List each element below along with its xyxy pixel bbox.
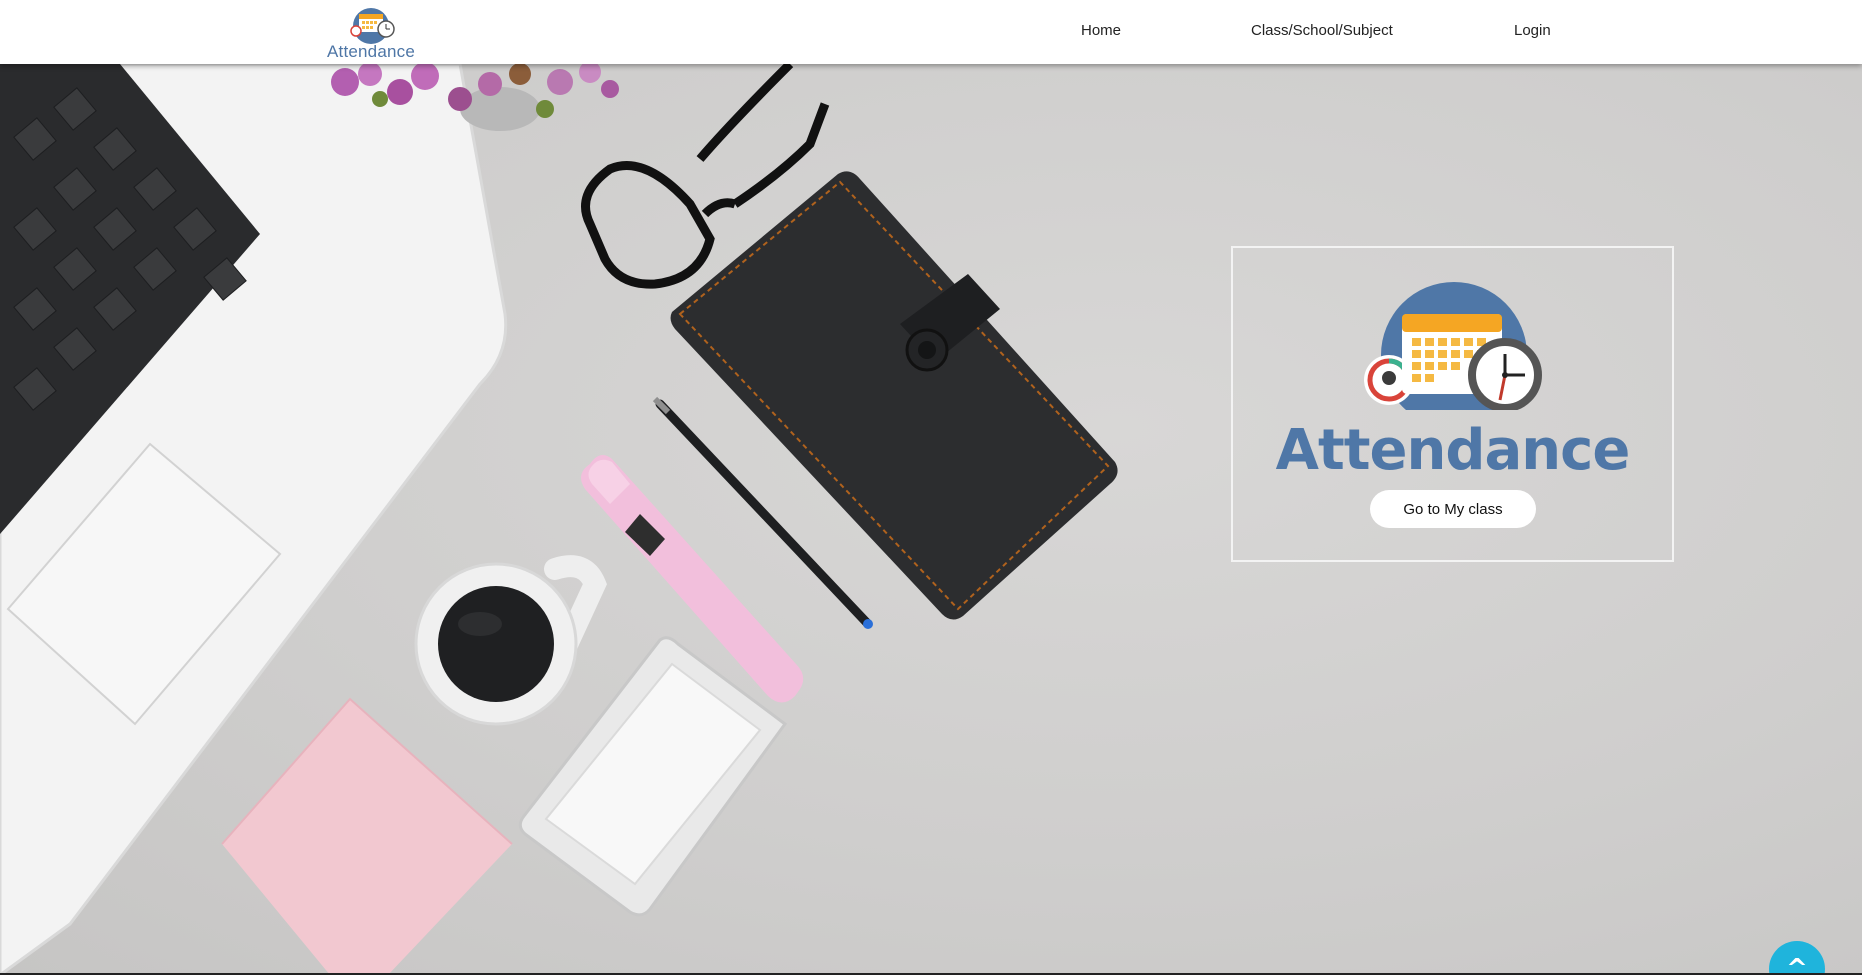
hero-section: Attendance Go to My class ^ bbox=[0, 64, 1862, 975]
sticky-notes-image bbox=[221, 697, 513, 975]
notebook-image bbox=[670, 171, 1118, 620]
attendance-logo-icon bbox=[350, 8, 395, 44]
top-navbar: Attendance Home Class/School/Subject Log… bbox=[0, 0, 1862, 64]
nav-class-school-subject-link[interactable]: Class/School/Subject bbox=[1251, 22, 1393, 39]
hero-title: Attendance bbox=[1275, 418, 1631, 483]
coffee-mug-image bbox=[414, 555, 607, 726]
brand-name: Attendance bbox=[326, 42, 415, 61]
go-to-my-class-button[interactable]: Go to My class bbox=[1370, 490, 1536, 528]
nav-login-link[interactable]: Login bbox=[1514, 22, 1551, 39]
attendance-logo-icon bbox=[1364, 282, 1542, 410]
nav-home-link[interactable]: Home bbox=[1081, 22, 1121, 39]
brand-logo-link[interactable]: Attendance bbox=[323, 4, 419, 62]
arrow-up-icon: ^ bbox=[1786, 954, 1808, 975]
hero-card: Attendance Go to My class bbox=[1231, 246, 1674, 562]
